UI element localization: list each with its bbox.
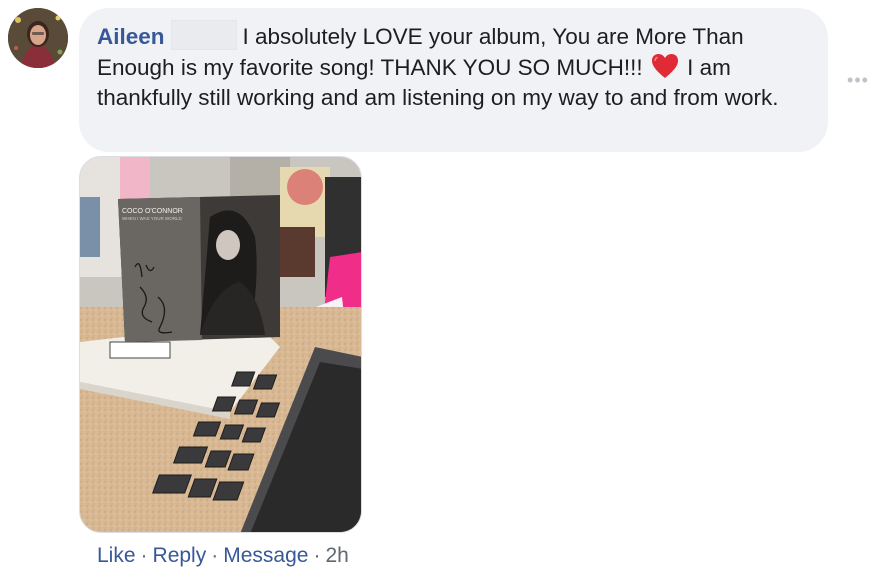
comment-actions: Like · Reply · Message · 2h <box>97 542 349 570</box>
red-heart-icon <box>651 53 679 79</box>
album-artist-text: COCO O'CONNOR <box>122 208 183 215</box>
separator: · <box>313 544 321 567</box>
message-link[interactable]: Message <box>223 544 308 567</box>
comment-photo[interactable]: COCO O'CONNOR WHEN I WAS YOUR WORLD <box>79 156 362 533</box>
separator: · <box>211 544 219 567</box>
comment-thread: Aileen I absolutely LOVE your album, You … <box>0 0 880 578</box>
reply-link[interactable]: Reply <box>153 544 207 567</box>
comment-bubble: Aileen I absolutely LOVE your album, You … <box>79 8 828 152</box>
comment-timestamp[interactable]: 2h <box>325 544 348 567</box>
separator: · <box>140 544 148 567</box>
avatar[interactable] <box>8 8 68 68</box>
redacted-last-name <box>170 20 237 50</box>
comment-author-name[interactable]: Aileen <box>97 24 165 49</box>
like-link[interactable]: Like <box>97 544 136 567</box>
album-title-text: WHEN I WAS YOUR WORLD <box>122 216 183 221</box>
more-options-icon[interactable]: ••• <box>843 70 873 90</box>
